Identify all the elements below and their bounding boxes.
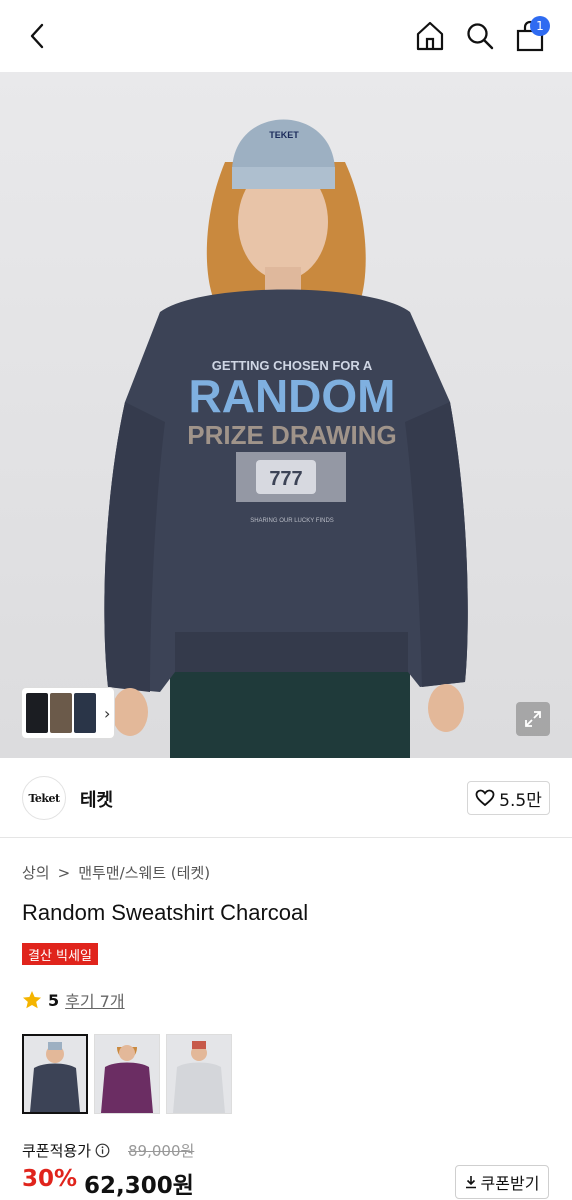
product-image[interactable]: TEKET GETTING CHOSEN FOR A RANDOM PRIZE … [0,72,572,758]
search-icon [467,23,494,50]
breadcrumb-item-category[interactable]: 상의 [22,862,50,883]
swatch-purple-image [95,1035,159,1113]
rating-row: 5 후기 7개 [22,988,125,1012]
like-button[interactable]: 5.5만 [467,781,550,815]
swatch-charcoal[interactable] [22,1034,88,1114]
coupon-button-label: 쿠폰받기 [480,1174,540,1193]
product-title: Random Sweatshirt Charcoal [22,900,309,925]
thumbnail-3 [74,693,96,733]
original-price: 89,000원 [128,1142,195,1160]
print-line2: RANDOM [189,370,396,422]
back-button[interactable] [18,14,58,58]
cart-count-badge: 1 [530,16,550,36]
price-label-row: 쿠폰적용가 89,000원 [22,1140,194,1161]
thumbnail-1 [26,693,48,733]
breadcrumb: 상의 > 맨투맨/스웨트 (테켓) [22,862,210,883]
expand-button[interactable] [516,702,550,736]
home-icon [416,21,444,51]
download-icon [465,1176,476,1189]
color-swatches [22,1034,232,1114]
like-count: 5.5만 [499,790,542,811]
breadcrumb-item-subcategory[interactable]: 맨투맨/스웨트 (테켓) [78,862,210,883]
chevron-left-icon [30,23,44,49]
brand-name[interactable]: 테켓 [80,786,113,812]
coupon-price-label: 쿠폰적용가 [22,1142,92,1160]
coupon-button[interactable]: 쿠폰받기 [455,1165,549,1199]
gallery-thumbnails[interactable]: › [22,688,114,738]
expand-icon [525,711,541,727]
chevron-right-icon: › [104,703,111,723]
sale-badge: 결산 빅세일 [22,943,98,965]
swatch-gray[interactable] [166,1034,232,1114]
brand-logo-text: Teket [28,791,60,805]
print-line4: SHARING OUR LUCKY FINDS [250,518,334,524]
beanie-label: TEKET [269,130,299,140]
swatch-charcoal-image [24,1036,86,1112]
brand-logo[interactable]: Teket [22,776,66,820]
info-icon[interactable] [95,1143,110,1158]
search-button[interactable] [460,14,500,58]
discount-rate: 30% [22,1166,78,1192]
rating-score: 5 [48,990,60,1010]
product-photo: TEKET GETTING CHOSEN FOR A RANDOM PRIZE … [0,72,572,758]
swatch-gray-image [167,1035,231,1113]
brand-row: Teket 테켓 5.5만 [0,758,572,838]
home-button[interactable] [410,14,450,58]
star-icon [23,991,41,1009]
sale-price: 62,300원 [84,1173,194,1199]
heart-icon [475,789,495,807]
cart-button[interactable]: 1 [510,14,550,58]
breadcrumb-separator: > [57,863,71,882]
top-header: 1 [0,0,572,72]
print-slot: 777 [269,468,302,490]
reviews-link[interactable]: 후기 7개 [65,988,124,1012]
print-line3: PRIZE DRAWING [187,420,396,450]
swatch-purple[interactable] [94,1034,160,1114]
thumbnail-2 [50,693,72,733]
